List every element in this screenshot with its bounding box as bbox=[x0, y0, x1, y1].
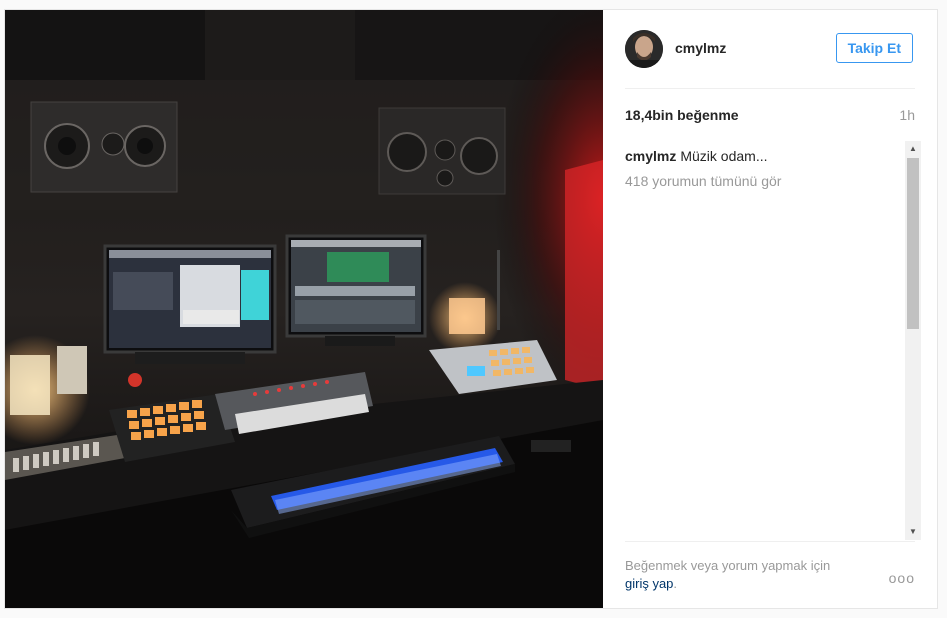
likes-count[interactable]: 18,4bin beğenme bbox=[625, 107, 739, 123]
login-prompt: Beğenmek veya yorum yapmak için giriş ya… bbox=[625, 557, 875, 593]
caption-username[interactable]: cmylmz bbox=[625, 148, 676, 164]
login-prompt-text: Beğenmek veya yorum yapmak için bbox=[625, 558, 831, 573]
scroll-up-arrow-icon[interactable]: ▲ bbox=[905, 141, 921, 157]
comments-section[interactable]: cmylmz Müzik odam... 418 yorumun tümünü g… bbox=[625, 141, 921, 540]
comments-scrollbar[interactable]: ▲ ▼ bbox=[905, 141, 921, 540]
post-time[interactable]: 1h bbox=[899, 107, 915, 123]
login-link[interactable]: giriş yap bbox=[625, 576, 673, 591]
avatar-photo-icon bbox=[625, 30, 663, 68]
scroll-down-arrow-icon[interactable]: ▼ bbox=[905, 524, 921, 540]
caption: cmylmz Müzik odam... bbox=[625, 147, 768, 165]
likes-row: 18,4bin beğenme 1h bbox=[625, 107, 915, 127]
author-username[interactable]: cmylmz bbox=[675, 40, 726, 56]
post-header: cmylmz Takip Et bbox=[625, 10, 915, 89]
post-sidebar: cmylmz Takip Et 18,4bin beğenme 1h cmylm… bbox=[603, 10, 937, 608]
post-card: cmylmz Takip Et 18,4bin beğenme 1h cmylm… bbox=[4, 9, 938, 609]
scrollbar-thumb[interactable] bbox=[907, 158, 919, 329]
view-all-comments-link[interactable]: 418 yorumun tümünü gör bbox=[625, 173, 781, 189]
avatar[interactable] bbox=[625, 30, 663, 68]
studio-photo bbox=[5, 10, 603, 608]
login-period: . bbox=[673, 576, 678, 591]
post-footer: Beğenmek veya yorum yapmak için giriş ya… bbox=[625, 541, 915, 608]
follow-button[interactable]: Takip Et bbox=[835, 33, 913, 63]
caption-text: Müzik odam... bbox=[680, 148, 768, 164]
post-photo[interactable] bbox=[5, 10, 603, 608]
ellipsis-icon[interactable]: ooo bbox=[889, 570, 915, 586]
